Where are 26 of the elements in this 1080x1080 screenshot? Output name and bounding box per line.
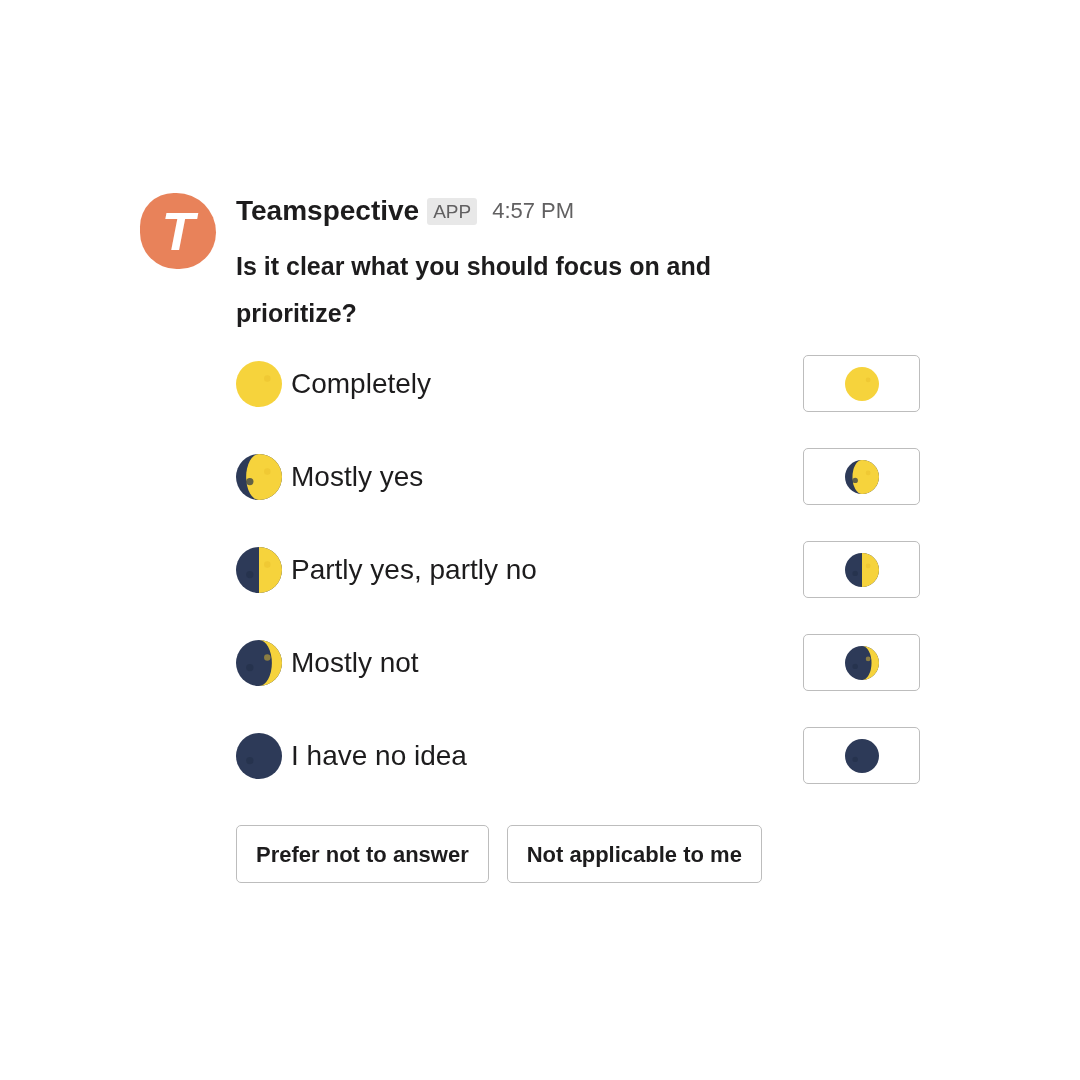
message-time: 4:57 PM xyxy=(492,200,575,222)
crescent-moon-icon xyxy=(236,639,282,686)
dark-moon-icon xyxy=(844,738,879,773)
full-moon-icon xyxy=(844,366,879,401)
full-moon-icon xyxy=(236,360,282,407)
option-label: Partly yes, partly no xyxy=(291,555,537,584)
option-label: I have no idea xyxy=(291,741,467,770)
answer-button[interactable] xyxy=(803,448,920,505)
answer-button[interactable] xyxy=(803,727,920,784)
sender-name: Teamspective xyxy=(236,197,420,225)
answer-button[interactable]: Not applicable to me xyxy=(506,825,762,883)
option-label: Mostly yes xyxy=(291,462,424,491)
survey-question: Is it clear what you should focus on and prioritize? xyxy=(236,251,713,329)
option-label: Completely xyxy=(291,369,432,398)
answer-button[interactable] xyxy=(803,541,920,598)
option-label: Mostly not xyxy=(291,648,419,677)
half-moon-icon xyxy=(236,546,282,593)
app-avatar: T xyxy=(140,193,216,269)
answer-button[interactable] xyxy=(803,634,920,691)
gibbous-moon-icon xyxy=(844,459,879,494)
gibbous-moon-icon xyxy=(236,453,282,500)
half-moon-icon xyxy=(844,552,879,587)
app-tag: APP xyxy=(427,197,478,225)
answer-button[interactable]: Prefer not to answer xyxy=(236,825,489,883)
dark-moon-icon xyxy=(236,732,282,779)
crescent-moon-icon xyxy=(844,645,879,680)
